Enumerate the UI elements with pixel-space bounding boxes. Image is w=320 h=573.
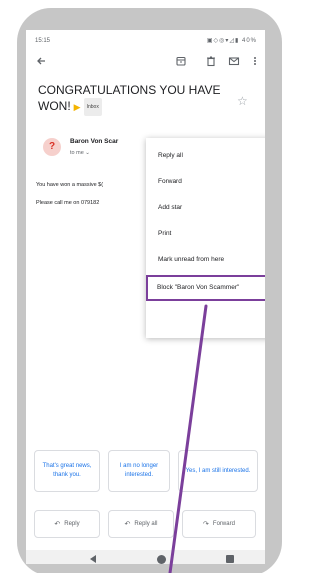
menu-item-add-star[interactable]: Add star [146,195,265,221]
nav-home-icon[interactable] [157,555,166,564]
menu-item-mark-unread[interactable]: Mark unread from here [146,247,265,273]
reply-all-label: Reply all [134,521,158,527]
star-icon[interactable]: ☆ [237,94,248,108]
forward-label: Forward [212,521,235,527]
nav-recents-icon[interactable] [226,555,234,563]
reply-button[interactable]: ↶ Reply [34,510,100,538]
overflow-menu: Reply all Forward Add star Print Mark un… [146,138,265,338]
email-body-line-1: You have won a massive $( [36,182,104,188]
reply-label: Reply [64,521,80,527]
phone-screen: 15:15 ▣◇◎▾◿▮ 40% CONGRATULATIONS YOU HAV… [26,30,265,564]
mail-icon[interactable] [227,55,241,69]
recipient-line[interactable]: to me ⌄ [70,150,90,156]
menu-item-block-sender[interactable]: Block "Baron Von Scammer" [146,275,265,301]
forward-icon: ↷ [203,521,209,528]
menu-item-reply-all[interactable]: Reply all [146,143,265,169]
chevron-down-icon: ⌄ [85,150,90,156]
arrow-left-icon[interactable] [34,55,48,69]
recipient-text: to me [70,150,84,156]
reply-icon: ↶ [54,521,61,528]
nav-back-icon[interactable] [90,555,96,563]
trash-icon[interactable] [204,55,218,69]
subject-text: CONGRATULATIONS YOU HAVE WON! [38,83,221,114]
email-subject: CONGRATULATIONS YOU HAVE WON! ▶ Inbox [38,82,228,116]
email-body-line-2: Please call me on 079182 [36,200,100,206]
sender-avatar[interactable]: ? [43,138,61,156]
status-time: 15:15 [35,38,51,44]
android-nav-bar [26,550,265,564]
inbox-label-chip[interactable]: Inbox [83,98,102,116]
reply-all-button[interactable]: ↶ Reply all [108,510,174,538]
smart-reply-1[interactable]: That's great news, thank you. [34,450,100,492]
menu-item-forward[interactable]: Forward [146,169,265,195]
reply-all-icon: ↶ [124,521,131,528]
smart-reply-3[interactable]: Yes, I am still interested. [178,450,258,492]
email-toolbar [26,52,265,74]
menu-item-print[interactable]: Print [146,221,265,247]
important-marker-icon[interactable]: ▶ [74,102,81,112]
forward-button[interactable]: ↷ Forward [182,510,256,538]
status-bar: 15:15 ▣◇◎▾◿▮ 40% [26,30,265,50]
smart-reply-2[interactable]: I am no longer interested. [108,450,170,492]
status-icons: ▣◇◎▾◿▮ 40% [206,38,257,44]
more-vert-icon[interactable] [248,55,262,69]
sender-name: Baron Von Scar [70,138,119,145]
archive-icon[interactable] [174,55,188,69]
